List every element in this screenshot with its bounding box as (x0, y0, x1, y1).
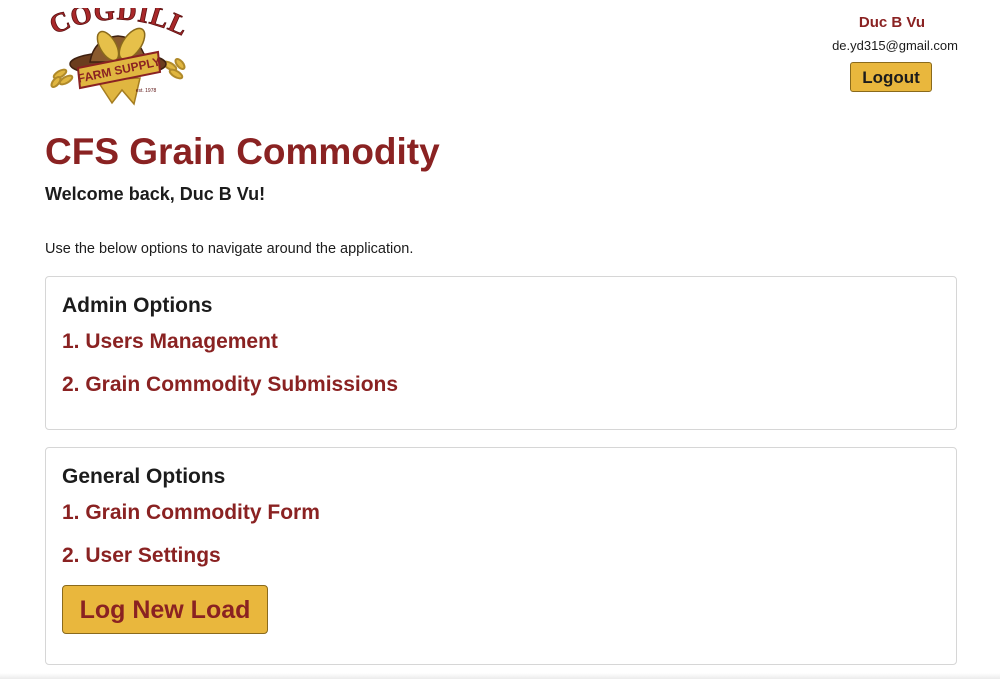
general-options-title: General Options (62, 465, 226, 488)
header: FARM SUPPLY COGDILL est. 1978 Duc B Vu d… (0, 0, 1000, 120)
log-new-load-button[interactable]: Log New Load (62, 585, 268, 634)
user-email: de.yd315@gmail.com (832, 38, 958, 53)
bottom-shadow (0, 673, 1000, 679)
admin-options-title: Admin Options (62, 294, 213, 317)
welcome-message: Welcome back, Duc B Vu! (45, 184, 266, 204)
admin-options-card: Admin Options 1. Users Management 2. Gra… (45, 276, 957, 430)
cogdill-farm-supply-logo[interactable]: FARM SUPPLY COGDILL est. 1978 (42, 0, 194, 110)
svg-text:est. 1978: est. 1978 (136, 88, 157, 94)
page-title: CFS Grain Commodity (45, 131, 440, 172)
general-options-card: General Options 1. Grain Commodity Form … (45, 447, 957, 665)
user-name: Duc B Vu (858, 14, 925, 31)
user-settings-link[interactable]: 2. User Settings (62, 543, 221, 569)
intro-text: Use the below options to navigate around… (45, 241, 414, 257)
grain-commodity-form-link[interactable]: 1. Grain Commodity Form (62, 500, 320, 526)
users-management-link[interactable]: 1. Users Management (62, 329, 278, 355)
user-info: Duc B Vu de.yd315@gmail.com Logout (758, 14, 958, 92)
grain-commodity-submissions-link[interactable]: 2. Grain Commodity Submissions (62, 372, 398, 398)
logo-graphic: FARM SUPPLY COGDILL est. 1978 (45, 0, 193, 106)
logout-button[interactable]: Logout (850, 62, 932, 92)
